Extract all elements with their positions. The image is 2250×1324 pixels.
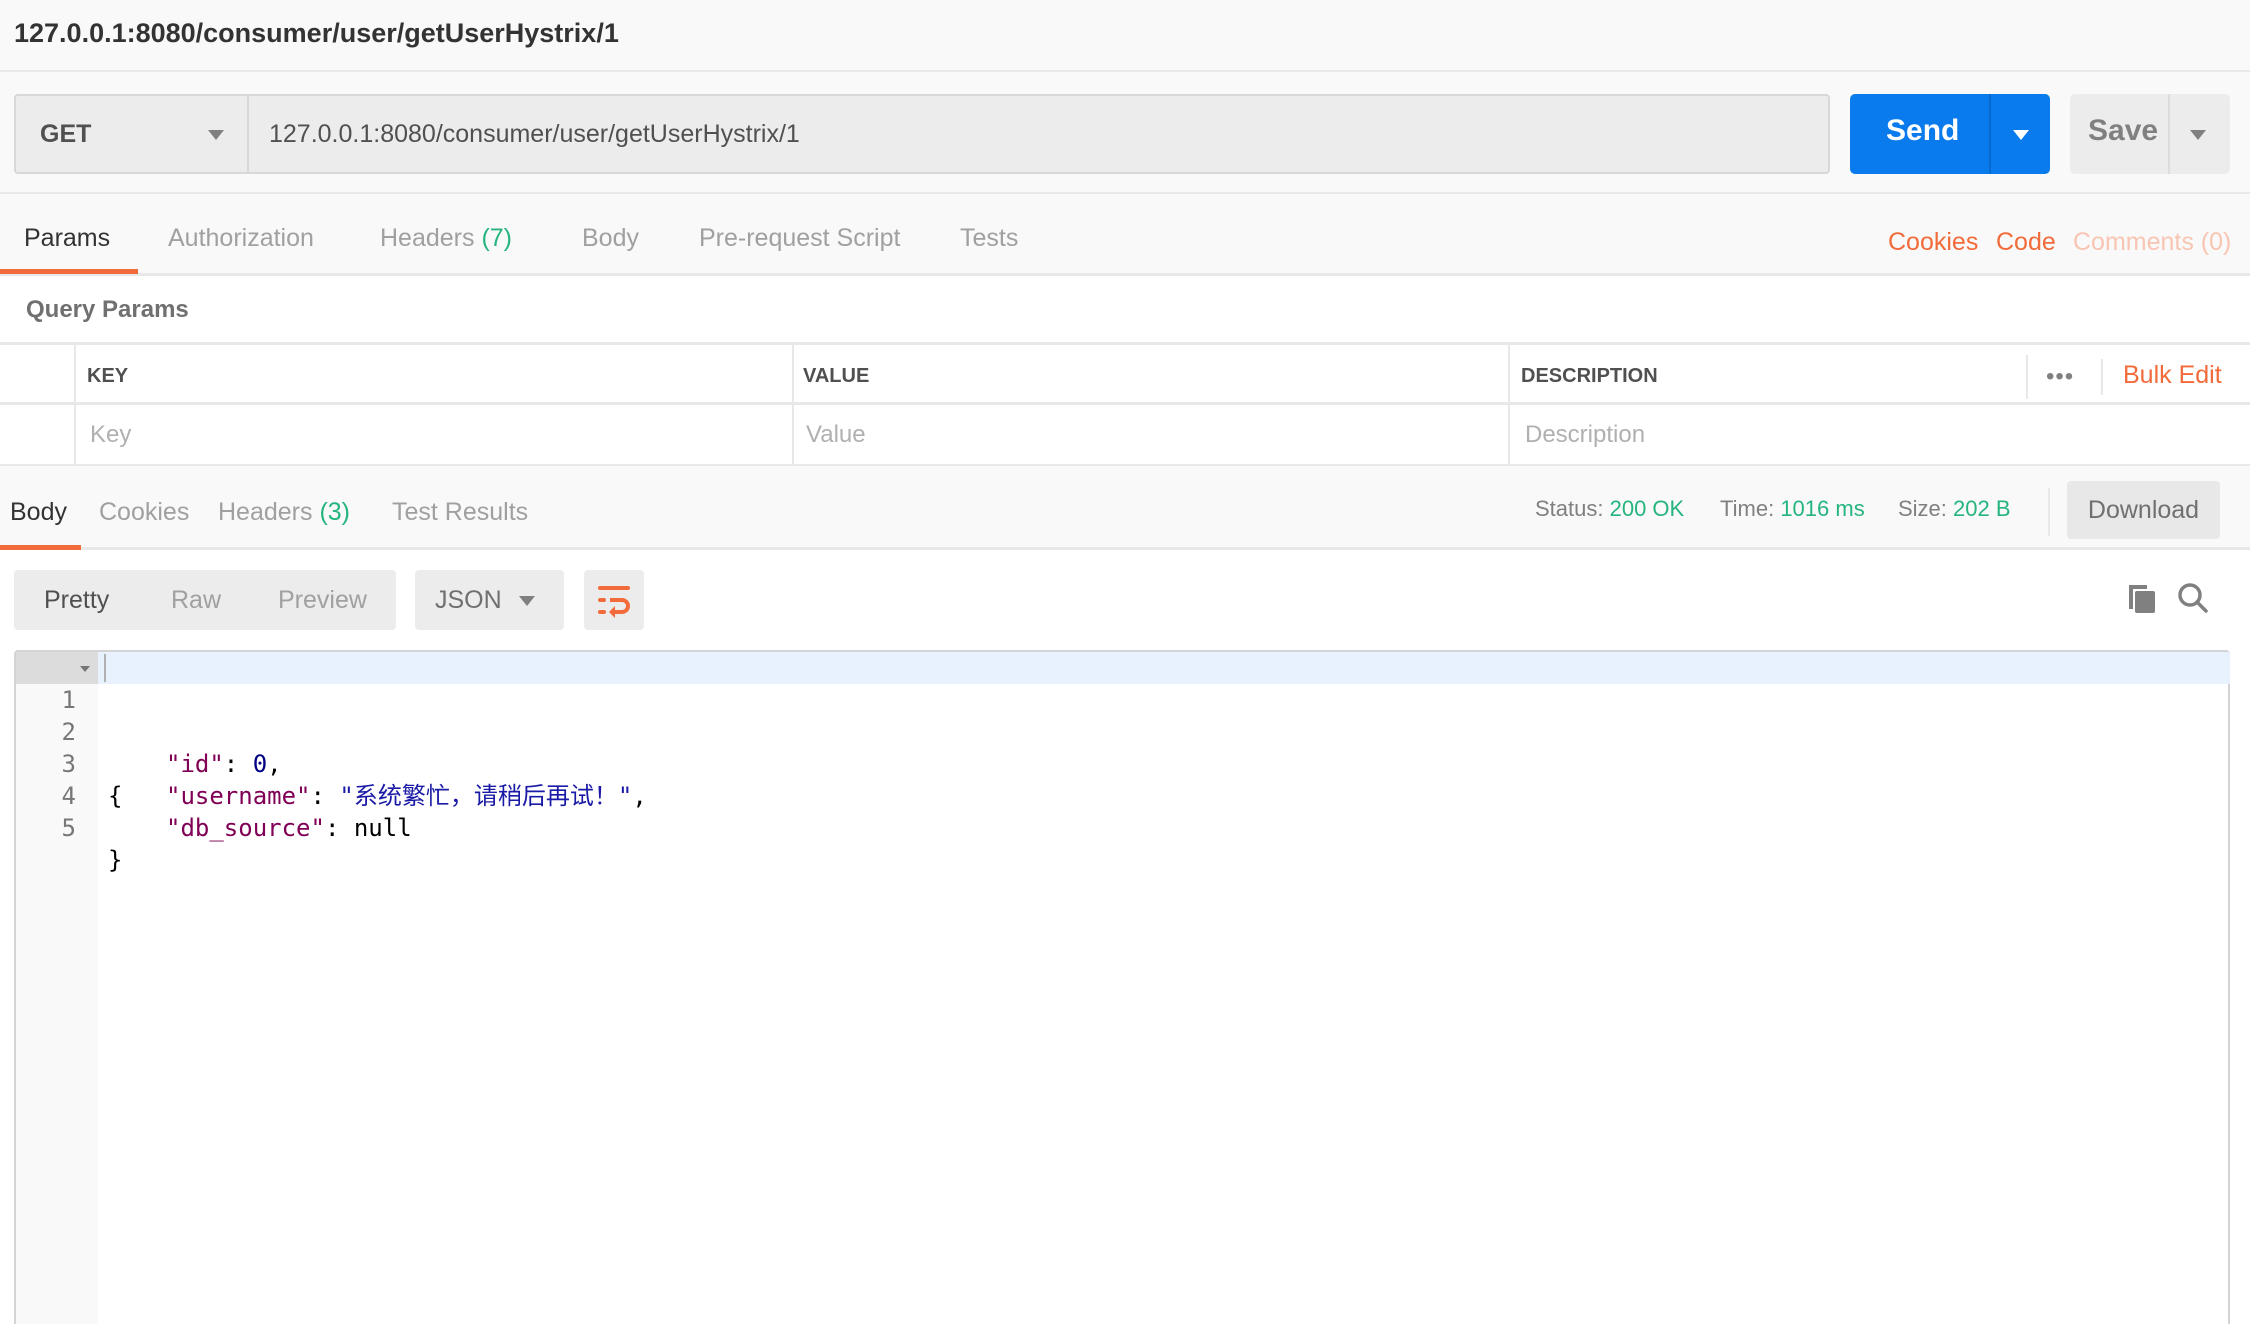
tab-label: Headers [380, 224, 475, 252]
column-divider [1508, 345, 1510, 469]
view-raw[interactable]: Raw [171, 586, 221, 615]
url-input[interactable]: 127.0.0.1:8080/consumer/user/getUserHyst… [247, 94, 1830, 174]
size-label: Size: [1898, 496, 1947, 521]
tab-pre-request-script[interactable]: Pre-request Script [699, 224, 900, 253]
status-readout: Status: 200 OK [1535, 496, 1684, 522]
response-tab-test-results[interactable]: Test Results [392, 498, 528, 527]
send-label: Send [1886, 114, 1960, 147]
send-divider [1989, 94, 1991, 174]
key-input[interactable]: Key [90, 421, 131, 449]
meta-divider [2048, 488, 2050, 536]
time-value: 1016 ms [1780, 496, 1865, 521]
format-select[interactable]: JSON [415, 570, 564, 630]
code-line: 1 { [16, 652, 2230, 810]
more-options-icon[interactable]: ••• [2046, 363, 2074, 391]
view-pretty[interactable]: Pretty [44, 586, 109, 615]
value-column-header: VALUE [803, 365, 870, 387]
header-divider [2026, 355, 2028, 399]
tab-label: Cookies [99, 498, 190, 526]
method-select[interactable]: GET [14, 94, 248, 174]
tab-label: Params [24, 224, 111, 252]
tab-label: Tests [960, 224, 1019, 252]
query-params-section: Query Params KEY VALUE DESCRIPTION ••• B… [0, 276, 2250, 469]
tab-label: Test Results [392, 498, 529, 526]
json-field-db-source: "db_source": null [166, 814, 412, 842]
tab-label: Pre-request Script [699, 224, 901, 252]
save-label: Save [2088, 114, 2159, 147]
response-headers-count: (3) [319, 498, 351, 526]
params-row: Key Value Description [0, 407, 2250, 467]
tab-tests[interactable]: Tests [960, 224, 1018, 253]
tab-label: Body [582, 224, 639, 252]
line-number: 5 [61, 814, 76, 842]
save-button[interactable]: Save [2070, 94, 2230, 174]
view-mode-group: Pretty Raw Preview [14, 570, 396, 630]
download-button[interactable]: Download [2067, 481, 2220, 539]
request-title: 127.0.0.1:8080/consumer/user/getUserHyst… [14, 18, 619, 48]
chevron-down-icon [208, 130, 224, 140]
size-readout: Size: 202 B [1898, 496, 2011, 522]
header-divider [2101, 359, 2103, 395]
tab-headers[interactable]: Headers (7) [380, 224, 512, 253]
tab-label: Body [10, 498, 67, 526]
chevron-down-icon [519, 596, 535, 606]
response-body-panel: Pretty Raw Preview JSON 1 {2 "id": 0, 3… [0, 550, 2250, 1324]
response-tab-body[interactable]: Body [10, 498, 67, 527]
value-input[interactable]: Value [806, 421, 866, 449]
description-column-header: DESCRIPTION [1521, 365, 1658, 387]
url-row: GET 127.0.0.1:8080/consumer/user/getUser… [0, 72, 2250, 194]
json-value: null [353, 814, 412, 842]
response-tab-cookies[interactable]: Cookies [99, 498, 189, 527]
save-divider [2168, 94, 2170, 174]
headers-count: (7) [481, 224, 513, 252]
tab-authorization[interactable]: Authorization [168, 224, 314, 253]
title-bar: 127.0.0.1:8080/consumer/user/getUserHyst… [0, 0, 2250, 72]
send-options-chevron-icon[interactable] [2013, 130, 2029, 140]
fold-arrow-icon[interactable] [80, 666, 90, 672]
response-tab-headers[interactable]: Headers (3) [218, 498, 350, 527]
tab-params[interactable]: Params [24, 224, 110, 253]
key-column-header: KEY [87, 365, 129, 387]
description-input[interactable]: Description [1525, 421, 1645, 449]
column-divider [74, 345, 76, 469]
response-code-editor[interactable]: 1 { 2 "id": 0, 3 "username": "系统繁忙，请稍后再试… [14, 650, 2230, 1324]
wrap-lines-icon [598, 586, 630, 618]
comments-link[interactable]: Comments (0) [2073, 228, 2231, 257]
query-params-title: Query Params [26, 296, 189, 323]
active-tab-indicator [0, 269, 138, 274]
time-label: Time: [1720, 496, 1775, 521]
response-tabs: Body Cookies Headers (3) Test Results St… [0, 466, 2250, 550]
code-line: 4 "db_source": null [16, 748, 2230, 842]
tab-label: Headers [218, 498, 313, 526]
close-brace: } [108, 846, 123, 874]
code-line: 2 "id": 0, [16, 684, 2230, 778]
params-header-row: KEY VALUE DESCRIPTION ••• Bulk Edit [0, 345, 2250, 405]
size-value: 202 B [1953, 496, 2011, 521]
json-key: "db_source" [166, 814, 325, 842]
wrap-lines-button[interactable] [584, 570, 644, 630]
status-label: Status: [1535, 496, 1604, 521]
code-line: 5 } [16, 780, 2230, 874]
format-label: JSON [435, 586, 502, 614]
copy-icon[interactable] [2127, 583, 2157, 615]
tab-body[interactable]: Body [582, 224, 639, 253]
send-button[interactable]: Send [1850, 94, 2050, 174]
text-cursor [104, 654, 106, 682]
code-line: 3 "username": "系统繁忙，请稍后再试！", [16, 716, 2230, 810]
cookies-link[interactable]: Cookies [1888, 228, 1978, 257]
method-label: GET [40, 120, 92, 148]
view-preview[interactable]: Preview [278, 586, 367, 615]
request-tabs: Params Authorization Headers (7) Body Pr… [0, 194, 2250, 276]
code-link[interactable]: Code [1996, 228, 2056, 257]
column-divider [792, 345, 794, 469]
search-icon[interactable] [2177, 582, 2209, 614]
params-table: KEY VALUE DESCRIPTION ••• Bulk Edit Key … [0, 342, 2250, 469]
status-value: 200 OK [1609, 496, 1685, 521]
tab-label: Authorization [168, 224, 314, 252]
save-options-chevron-icon[interactable] [2190, 130, 2206, 140]
time-readout: Time: 1016 ms [1720, 496, 1865, 522]
bulk-edit-button[interactable]: Bulk Edit [2123, 361, 2222, 390]
